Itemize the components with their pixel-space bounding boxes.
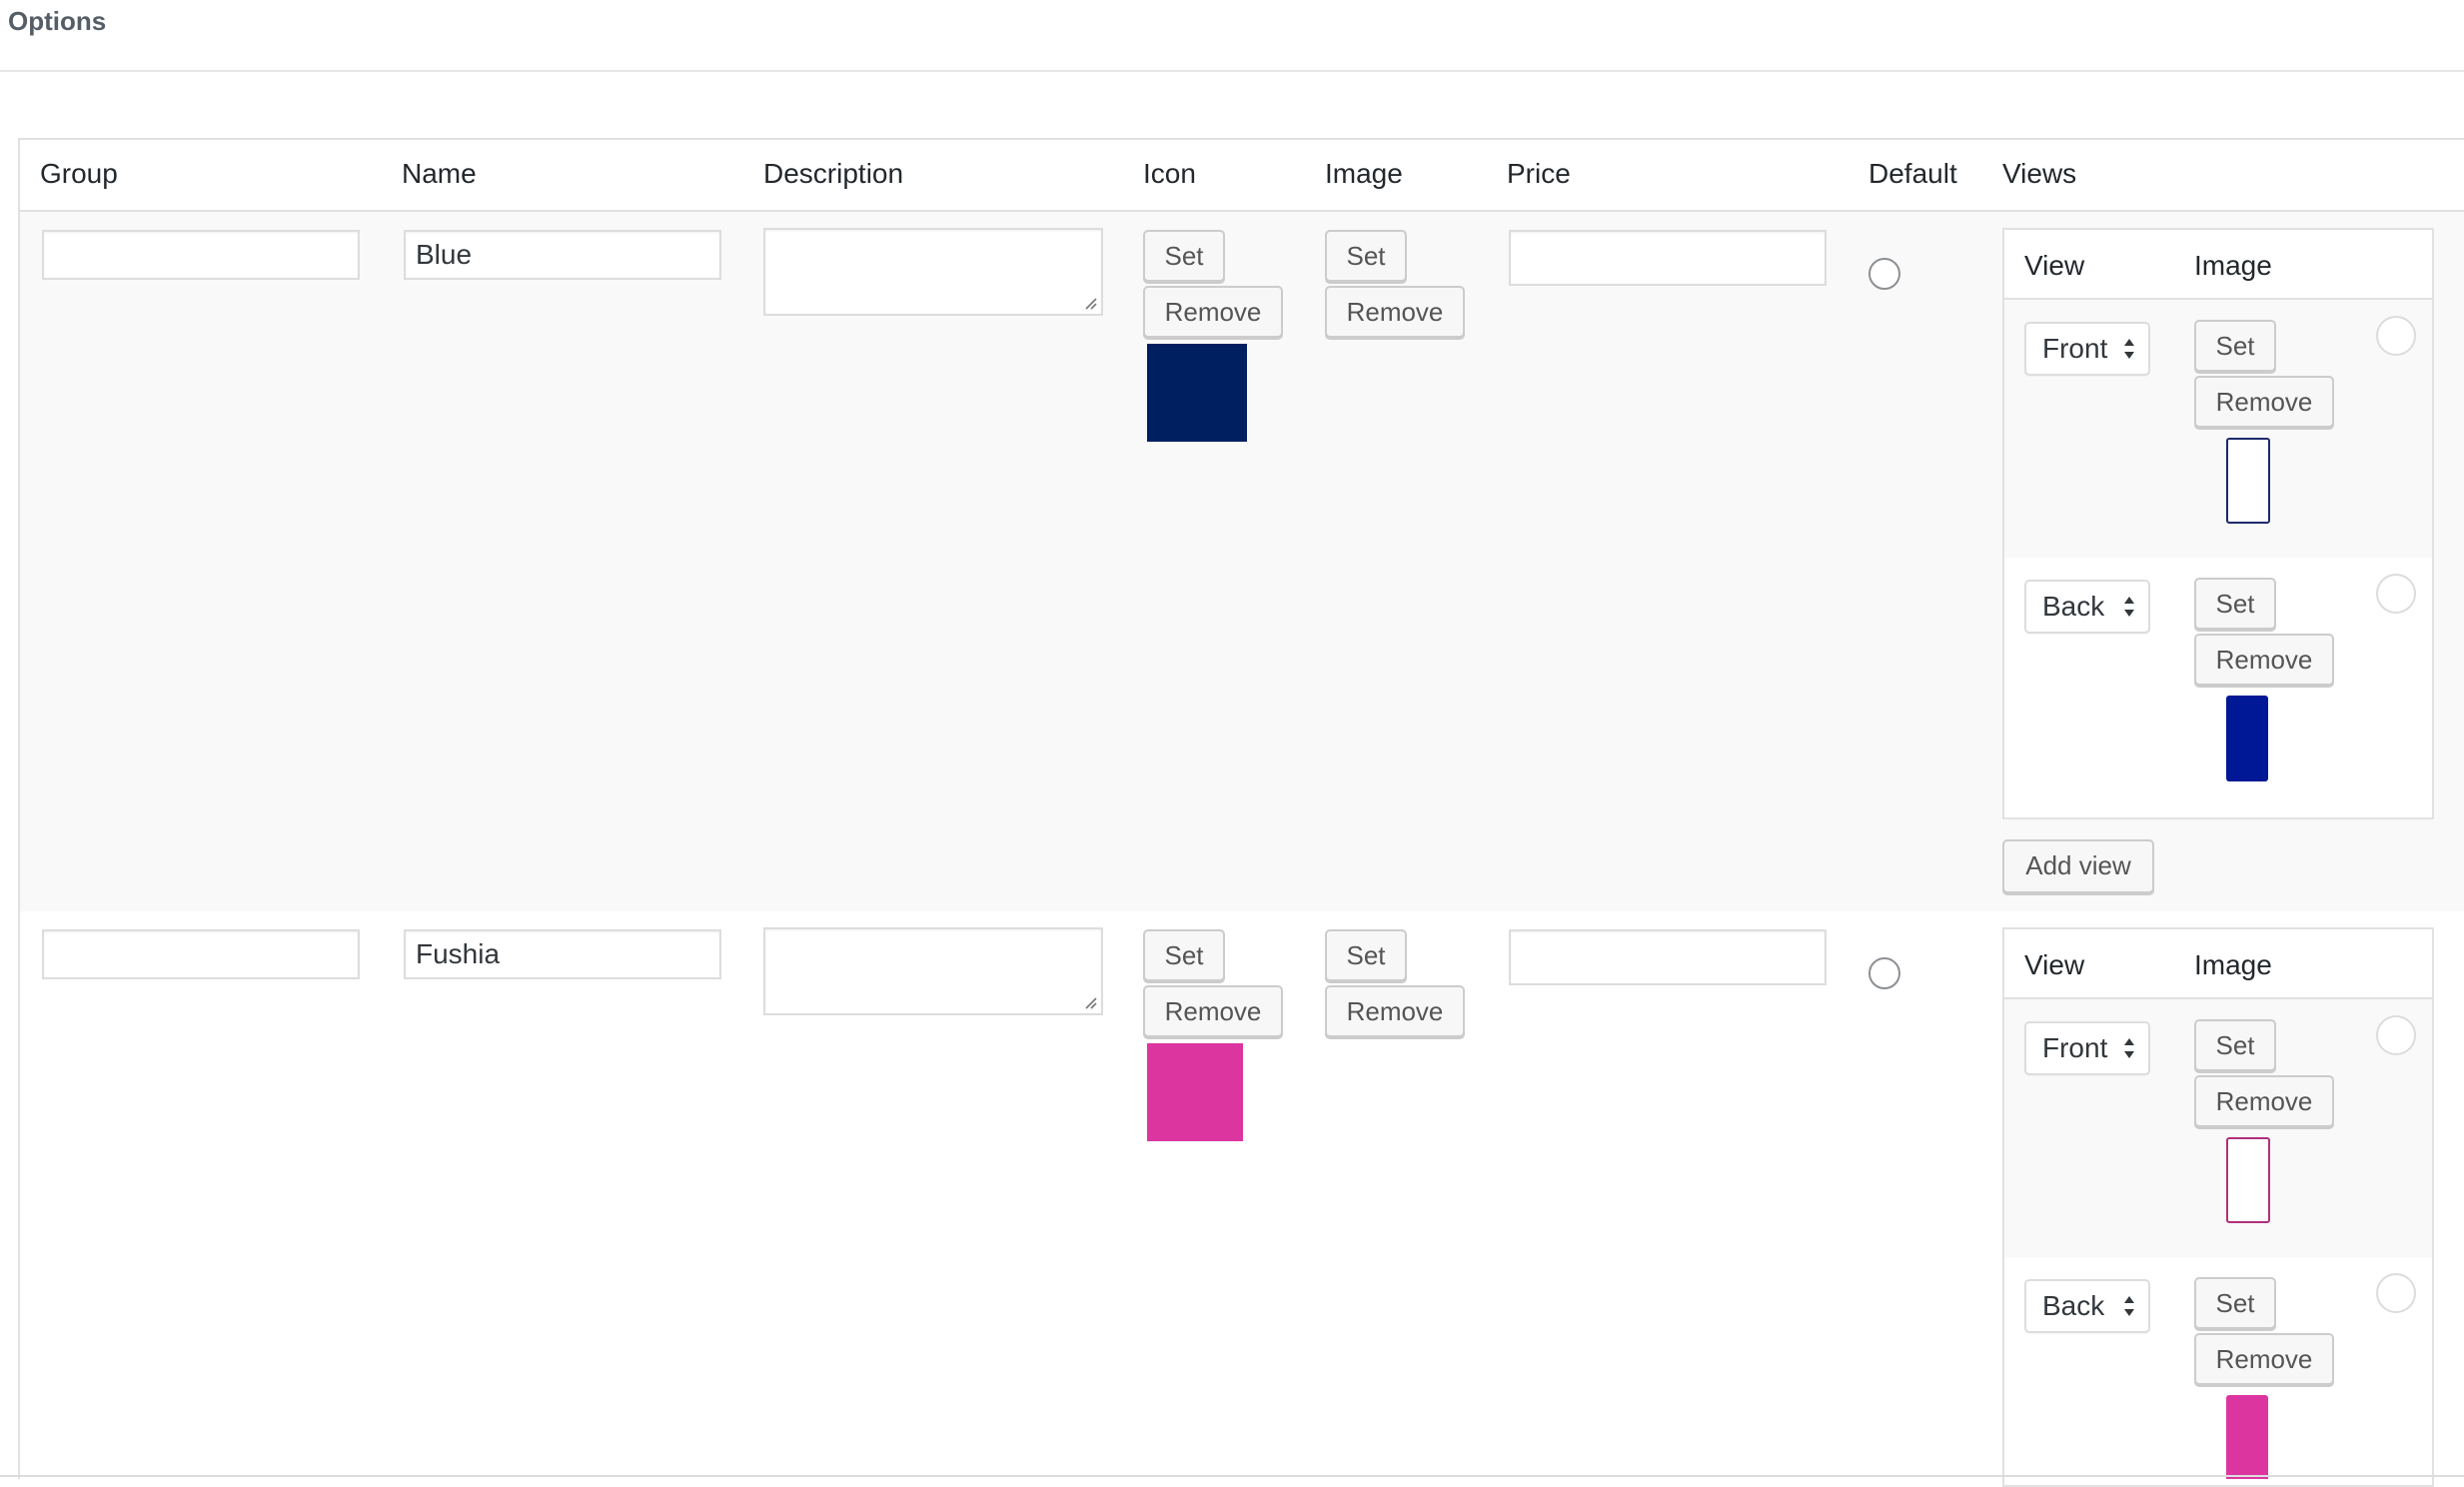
select-arrows-icon <box>2124 339 2134 359</box>
column-header-group: Group <box>40 158 118 189</box>
name-input[interactable] <box>404 929 721 979</box>
views-header-view: View <box>2024 250 2085 281</box>
header-divider <box>18 210 2464 212</box>
view-image-set-button[interactable]: Set <box>2194 1277 2276 1329</box>
view-select-front[interactable]: Front <box>2024 1021 2150 1075</box>
resize-grip-icon[interactable] <box>1083 296 1097 310</box>
price-input[interactable] <box>1509 230 1827 286</box>
view-select-value: Front <box>2042 1032 2108 1063</box>
view-default-radio[interactable] <box>2376 1273 2416 1313</box>
image-remove-button[interactable]: Remove <box>1325 286 1465 338</box>
views-header-image: Image <box>2194 949 2272 980</box>
view-select-front[interactable]: Front <box>2024 322 2150 376</box>
icon-color-swatch <box>1147 1043 1243 1141</box>
icon-remove-button[interactable]: Remove <box>1143 286 1283 338</box>
view-select-back[interactable]: Back <box>2024 1279 2150 1333</box>
add-view-button[interactable]: Add view <box>2002 839 2154 893</box>
options-title: Options <box>8 6 107 36</box>
image-set-button[interactable]: Set <box>1325 929 1407 981</box>
image-remove-button[interactable]: Remove <box>1325 985 1465 1037</box>
view-default-radio[interactable] <box>2376 1015 2416 1055</box>
view-image-remove-button[interactable]: Remove <box>2194 1333 2334 1385</box>
view-image-thumbnail <box>2226 1137 2270 1223</box>
view-image-thumbnail <box>2226 438 2270 524</box>
name-input[interactable] <box>404 230 721 280</box>
image-set-button[interactable]: Set <box>1325 230 1407 282</box>
group-input[interactable] <box>42 230 360 280</box>
default-radio[interactable] <box>1868 957 1900 989</box>
group-input[interactable] <box>42 929 360 979</box>
view-image-set-button[interactable]: Set <box>2194 320 2276 372</box>
description-textarea[interactable] <box>763 927 1103 1015</box>
view-select-value: Front <box>2042 333 2108 364</box>
column-header-name: Name <box>402 158 477 189</box>
select-arrows-icon <box>2124 597 2134 617</box>
select-arrows-icon <box>2124 1296 2134 1316</box>
icon-set-button[interactable]: Set <box>1143 230 1225 282</box>
view-image-set-button[interactable]: Set <box>2194 1019 2276 1071</box>
views-header-image: Image <box>2194 250 2272 281</box>
view-image-remove-button[interactable]: Remove <box>2194 634 2334 686</box>
views-header-view: View <box>2024 949 2085 980</box>
view-default-radio[interactable] <box>2376 574 2416 614</box>
column-header-icon: Icon <box>1143 158 1196 189</box>
price-input[interactable] <box>1509 929 1827 985</box>
select-arrows-icon <box>2124 1038 2134 1058</box>
icon-remove-button[interactable]: Remove <box>1143 985 1283 1037</box>
view-default-radio[interactable] <box>2376 316 2416 356</box>
default-radio[interactable] <box>1868 258 1900 290</box>
bottom-divider <box>0 1475 2464 1477</box>
view-select-value: Back <box>2042 1290 2105 1321</box>
icon-color-swatch <box>1147 344 1247 442</box>
column-header-image: Image <box>1325 158 1403 189</box>
title-divider <box>0 70 2464 72</box>
view-select-back[interactable]: Back <box>2024 580 2150 634</box>
view-select-value: Back <box>2042 591 2105 622</box>
view-image-thumbnail <box>2226 696 2268 781</box>
column-header-description: Description <box>763 158 904 189</box>
description-textarea[interactable] <box>763 228 1103 316</box>
view-image-remove-button[interactable]: Remove <box>2194 376 2334 428</box>
icon-set-button[interactable]: Set <box>1143 929 1225 981</box>
view-image-set-button[interactable]: Set <box>2194 578 2276 630</box>
column-header-views: Views <box>2002 158 2077 189</box>
resize-grip-icon[interactable] <box>1083 995 1097 1009</box>
view-image-remove-button[interactable]: Remove <box>2194 1075 2334 1127</box>
column-header-default: Default <box>1868 158 1957 189</box>
view-image-thumbnail <box>2226 1395 2268 1479</box>
column-header-price: Price <box>1507 158 1571 189</box>
